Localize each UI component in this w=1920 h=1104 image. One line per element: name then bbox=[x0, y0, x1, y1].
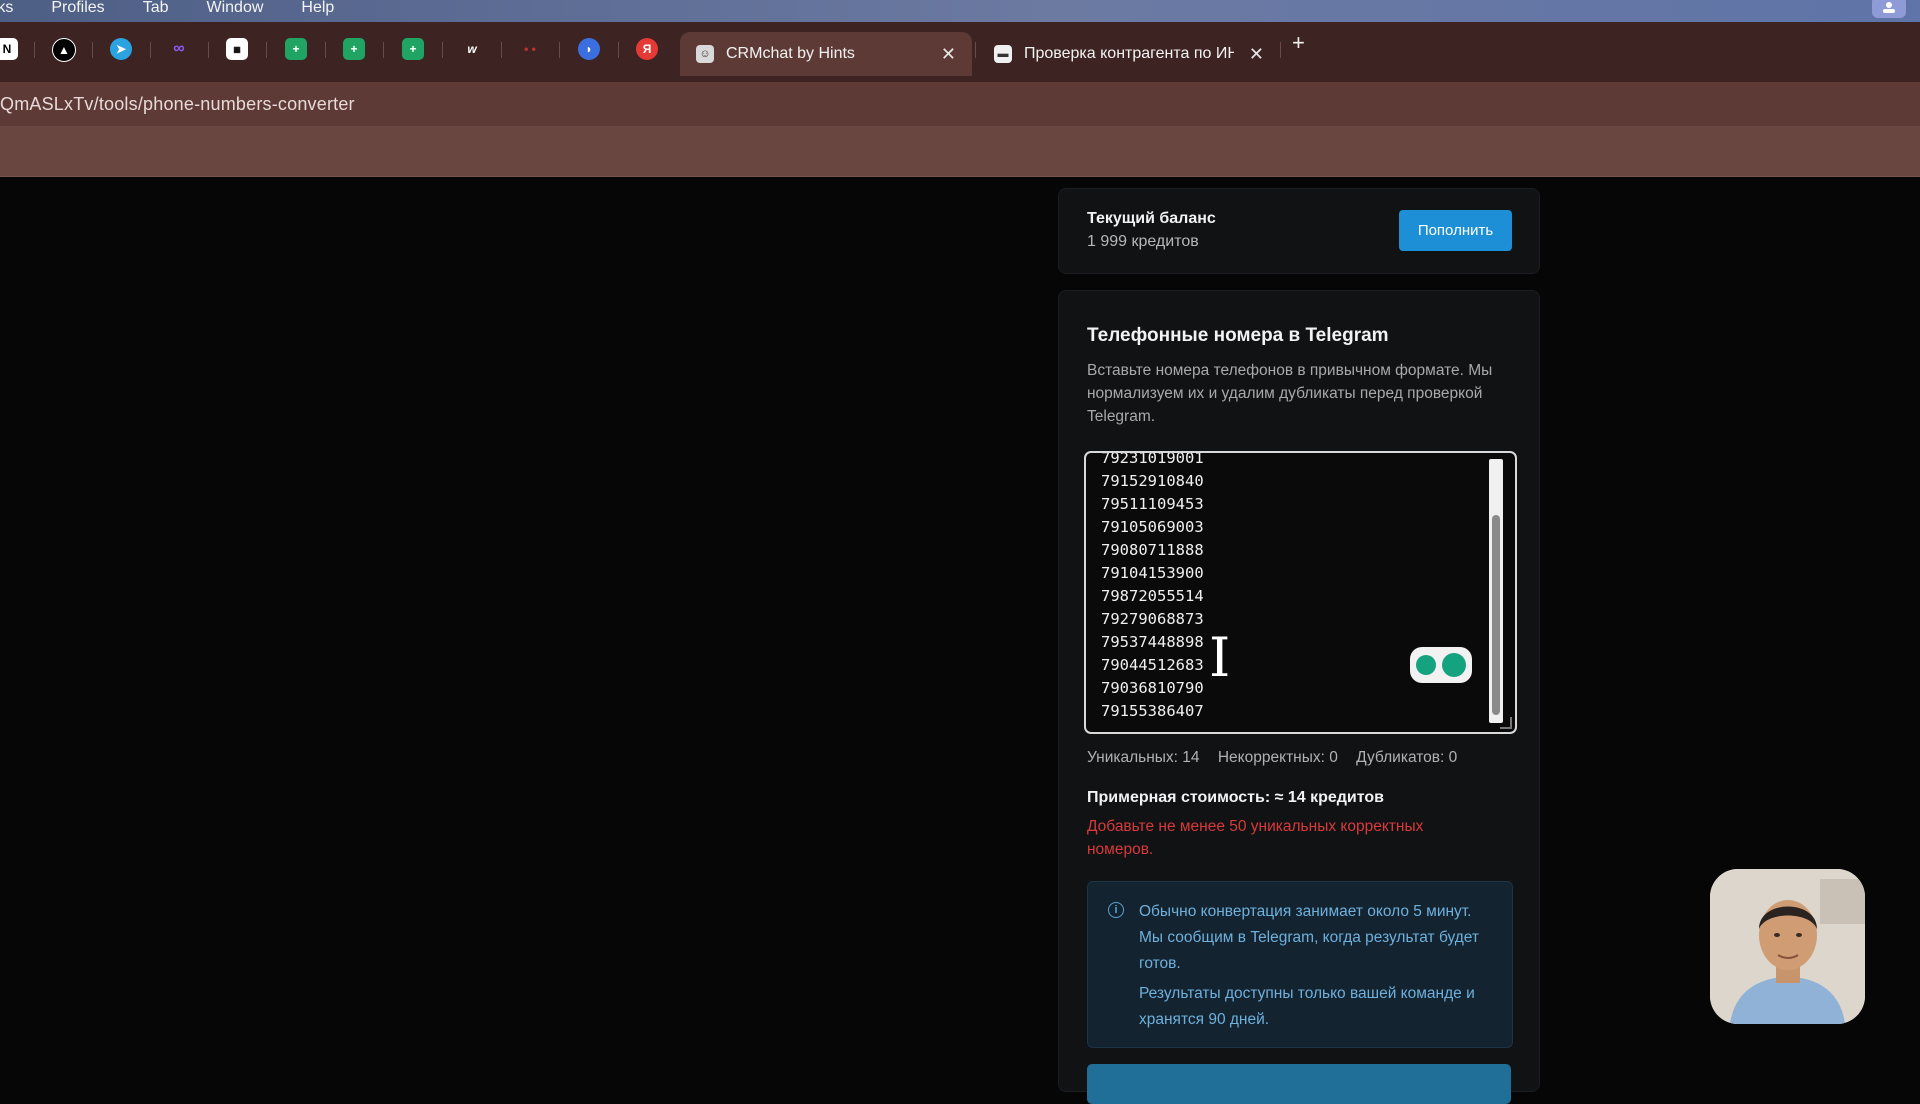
invalid-count: Некорректных: 0 bbox=[1217, 749, 1338, 766]
vercel-icon[interactable]: ▲ bbox=[52, 38, 76, 62]
address-bar[interactable]: QmASLxTv/tools/phone-numbers-converter bbox=[0, 82, 1920, 126]
tab-separator bbox=[618, 42, 619, 58]
menu-bar: rks Profiles Tab Window Help bbox=[0, 0, 1920, 22]
menu-profiles[interactable]: Profiles bbox=[51, 0, 104, 17]
tab-counterparty-check[interactable]: ▬ Проверка контрагента по ИНН ✕ bbox=[978, 32, 1280, 76]
tab-crmchat[interactable]: ☺ CRMchat by Hints ✕ bbox=[680, 32, 972, 76]
tab-separator bbox=[559, 42, 560, 58]
phone-number-line: 79511109453 bbox=[1101, 495, 1204, 513]
phone-number-line: 79155386407 bbox=[1101, 702, 1204, 720]
menu-window[interactable]: Window bbox=[206, 0, 263, 17]
close-icon[interactable]: ✕ bbox=[941, 44, 956, 65]
menu-bookmarks[interactable]: rks bbox=[0, 0, 13, 17]
yandex-icon[interactable]: Я bbox=[636, 38, 658, 60]
phone-number-line: 79044512683 bbox=[1101, 656, 1204, 674]
calendar-icon[interactable]: ▦ bbox=[226, 38, 248, 60]
converter-description: Вставьте номера телефонов в привычном фо… bbox=[1087, 362, 1493, 425]
duplicate-count: Дубликатов: 0 bbox=[1356, 749, 1458, 766]
dots-icon[interactable]: • • bbox=[519, 38, 541, 60]
page-title: Телефонные номера в Telegram bbox=[1087, 325, 1389, 346]
convert-button[interactable] bbox=[1087, 1064, 1511, 1104]
swirl-icon[interactable]: ◗ bbox=[578, 38, 600, 60]
phone-number-line: 79231019001 bbox=[1101, 451, 1204, 467]
extension-dot-icon bbox=[1416, 655, 1436, 675]
tab-separator bbox=[442, 42, 443, 58]
phone-numbers-textarea[interactable]: 79231019001 79152910840 79511109453 7910506… bbox=[1084, 451, 1517, 734]
phone-numbers-list: 79231019001 79152910840 79511109453 7910506… bbox=[1101, 451, 1204, 723]
toolbar-divider bbox=[0, 176, 1920, 177]
url-text[interactable]: QmASLxTv/tools/phone-numbers-converter bbox=[0, 94, 355, 115]
phone-number-line: 79537448898 bbox=[1101, 633, 1204, 651]
info-icon: i bbox=[1108, 902, 1124, 918]
tab-separator bbox=[208, 42, 209, 58]
sheets-icon[interactable]: + bbox=[343, 38, 365, 60]
balance-card: Текущий баланс 1 999 кредитов Пополнить bbox=[1058, 188, 1540, 274]
close-icon[interactable]: ✕ bbox=[1249, 44, 1264, 65]
sheets-icon[interactable]: + bbox=[285, 38, 307, 60]
wildberries-icon[interactable]: w bbox=[461, 38, 483, 60]
phone-number-line: 79080711888 bbox=[1101, 541, 1204, 559]
tab-separator bbox=[501, 42, 502, 58]
new-tab-button[interactable]: + bbox=[1292, 30, 1305, 56]
phone-number-line: 79036810790 bbox=[1101, 679, 1204, 697]
phone-number-line: 79279068873 bbox=[1101, 610, 1204, 628]
scrollbar[interactable] bbox=[1489, 459, 1503, 723]
tab-separator bbox=[34, 42, 35, 58]
phone-number-line: 79105069003 bbox=[1101, 518, 1204, 536]
phone-number-line: 79104153900 bbox=[1101, 564, 1204, 582]
menu-tab[interactable]: Tab bbox=[143, 0, 169, 17]
validation-warning: Добавьте не менее 50 уникальных корректн… bbox=[1087, 818, 1424, 858]
unique-count: Уникальных: 14 bbox=[1087, 749, 1200, 766]
tab-separator bbox=[975, 42, 976, 58]
topup-button[interactable]: Пополнить bbox=[1399, 210, 1512, 251]
balance-title: Текущий баланс bbox=[1087, 210, 1216, 227]
tab-title: Проверка контрагента по ИНН bbox=[1024, 45, 1234, 62]
balance-value: 1 999 кредитов bbox=[1087, 233, 1199, 250]
webcam-overlay bbox=[1710, 869, 1865, 1024]
user-switch-icon[interactable] bbox=[1872, 0, 1906, 18]
telegram-icon[interactable]: ➤ bbox=[110, 38, 132, 60]
scrollbar-thumb[interactable] bbox=[1492, 515, 1500, 715]
resize-handle-icon[interactable] bbox=[1500, 717, 1512, 729]
stats-row: Уникальных: 14 Некорректных: 0 Дубликато… bbox=[1087, 749, 1471, 767]
presenter-avatar bbox=[1710, 869, 1865, 1024]
tab-strip: N ▲ ➤ ∞ ▦ + + + w • • ◗ Я ☺ CRMchat by H… bbox=[0, 22, 1920, 82]
tab-separator bbox=[325, 42, 326, 58]
phone-number-line: 79872055514 bbox=[1101, 587, 1204, 605]
text-cursor-icon: I bbox=[1209, 626, 1231, 689]
tab-separator bbox=[92, 42, 93, 58]
info-box: i Обычно конвертация занимает около 5 ми… bbox=[1087, 881, 1513, 1048]
tab-separator bbox=[383, 42, 384, 58]
document-favicon-icon: ▬ bbox=[994, 45, 1012, 63]
tab-separator bbox=[150, 42, 151, 58]
phone-number-line: 79152910840 bbox=[1101, 472, 1204, 490]
notion-icon[interactable]: N bbox=[0, 38, 18, 60]
extension-bubble-icon bbox=[1442, 653, 1466, 677]
tab-separator bbox=[1280, 42, 1281, 58]
link-icon[interactable]: ∞ bbox=[168, 38, 190, 60]
menu-help[interactable]: Help bbox=[301, 0, 334, 17]
estimated-cost: Примерная стоимость: ≈ 14 кредитов bbox=[1087, 789, 1384, 806]
crmchat-favicon-icon: ☺ bbox=[696, 45, 714, 63]
info-text-duration: Обычно конвертация занимает около 5 мину… bbox=[1139, 903, 1479, 972]
grammar-extension-icon[interactable] bbox=[1410, 647, 1472, 683]
info-text-retention: Результаты доступны только вашей команде… bbox=[1139, 985, 1475, 1028]
converter-card: Телефонные номера в Telegram Вставьте но… bbox=[1058, 290, 1540, 1104]
bookmarks-bar bbox=[0, 126, 1920, 176]
sheets-icon[interactable]: + bbox=[402, 38, 424, 60]
tab-title: CRMchat by Hints bbox=[726, 45, 855, 62]
tab-separator bbox=[266, 42, 267, 58]
